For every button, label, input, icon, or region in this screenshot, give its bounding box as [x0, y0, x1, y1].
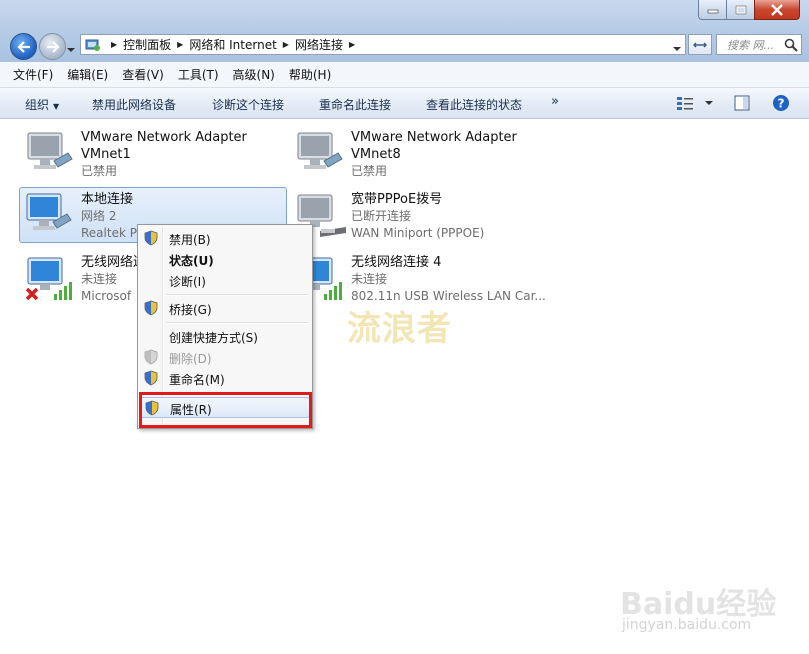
close-button[interactable] — [754, 0, 800, 20]
arrow-left-icon — [16, 40, 30, 53]
chevron-down-icon — [67, 48, 75, 52]
menu-advanced[interactable]: 高级(N) — [226, 66, 282, 83]
svg-text:?: ? — [778, 97, 785, 111]
connection-name: VMware Network Adapter — [81, 130, 247, 145]
menu-item-disable[interactable]: 禁用(B) — [140, 228, 310, 249]
breadcrumb-control-panel[interactable]: 控制面板 — [123, 36, 171, 53]
connection-status: 未连接 — [351, 272, 388, 286]
uac-shield-icon — [144, 349, 158, 365]
connection-name: 本地连接 — [81, 192, 134, 207]
command-bar: 组织 ▼ 禁用此网络设备 诊断这个连接 重命名此连接 查看此连接的状态 » ? — [0, 88, 809, 119]
breadcrumb-network-internet[interactable]: 网络和 Internet — [189, 36, 276, 53]
menu-help[interactable]: 帮助(H) — [282, 66, 338, 83]
uac-shield-icon — [144, 370, 158, 386]
menu-item-label: 重命名(M) — [169, 373, 225, 387]
maximize-button[interactable] — [726, 0, 755, 20]
minimize-icon — [707, 9, 718, 13]
connection-name: 宽带PPPoE拨号 — [351, 192, 443, 207]
breadcrumb-separator[interactable]: ▶ — [349, 40, 355, 49]
diagnose-connection-button[interactable]: 诊断这个连接 — [212, 96, 284, 113]
menu-item-label: 创建快捷方式(S) — [169, 331, 258, 345]
baidu-url: jingyan.baidu.com — [622, 617, 752, 633]
connection-adapter: 已禁用 — [351, 164, 388, 178]
disable-device-button[interactable]: 禁用此网络设备 — [92, 96, 176, 113]
close-icon — [771, 3, 783, 16]
breadcrumb-separator[interactable]: ▶ — [177, 40, 183, 49]
refresh-button[interactable] — [688, 34, 712, 55]
back-button[interactable] — [10, 33, 37, 60]
menu-tools[interactable]: 工具(T) — [171, 66, 226, 83]
organize-label: 组织 — [25, 98, 50, 112]
connection-vmnet1[interactable]: VMware Network Adapter VMnet1 已禁用 — [20, 123, 288, 179]
connection-vmnet8[interactable]: VMware Network Adapter VMnet8 已禁用 — [290, 123, 558, 179]
connection-name: VMware Network Adapter — [351, 130, 517, 145]
address-dropdown[interactable] — [673, 41, 681, 55]
menu-item-label: 诊断(I) — [169, 275, 206, 289]
help-button[interactable]: ? — [772, 92, 790, 114]
preview-pane-icon — [734, 95, 750, 111]
connection-adapter: WAN Miniport (PPPOE) — [351, 226, 485, 240]
connections-view: VMware Network Adapter VMnet1 已禁用 VMware… — [0, 119, 809, 654]
connection-pppoe[interactable]: 宽带PPPoE拨号 已断开连接 WAN Miniport (PPPOE) — [290, 185, 558, 241]
menu-file[interactable]: 文件(F) — [0, 66, 60, 83]
wireless-adapter-icon — [24, 256, 76, 302]
menu-item-bridge[interactable]: 桥接(G) — [140, 298, 310, 319]
menu-item-rename[interactable]: 重命名(M) — [140, 368, 310, 389]
view-options[interactable] — [676, 92, 714, 114]
chevron-down-icon: ▼ — [53, 102, 60, 111]
connection-status: 已断开连接 — [351, 209, 412, 223]
connection-name: 无线网络连接 4 — [351, 255, 442, 270]
menu-item-delete: 删除(D) — [140, 347, 310, 368]
menu-item-status[interactable]: 状态(U) — [140, 249, 310, 270]
uac-shield-icon — [144, 230, 158, 246]
more-commands-button[interactable]: » — [551, 94, 559, 109]
preview-pane-button[interactable] — [734, 92, 750, 114]
menu-divider — [166, 322, 308, 324]
control-panel-icon — [85, 38, 101, 52]
forward-button[interactable] — [39, 33, 66, 60]
menu-item-create-shortcut[interactable]: 创建快捷方式(S) — [140, 326, 310, 347]
chevron-down-icon — [705, 101, 713, 105]
recent-pages-dropdown[interactable] — [67, 42, 75, 56]
refresh-icon — [693, 42, 707, 47]
window-chrome: ▶ 控制面板 ▶ 网络和 Internet ▶ 网络连接 ▶ 搜索 网... — [0, 0, 809, 63]
rename-connection-button[interactable]: 重命名此连接 — [319, 96, 391, 113]
menu-view[interactable]: 查看(V) — [115, 66, 171, 83]
breadcrumb-network-connections[interactable]: 网络连接 — [295, 36, 343, 53]
organize-button[interactable]: 组织 ▼ — [25, 96, 59, 113]
connection-adapter: Realtek P — [81, 226, 137, 240]
menu-edit[interactable]: 编辑(E) — [60, 66, 115, 83]
uac-shield-icon — [144, 300, 158, 316]
address-bar[interactable]: ▶ 控制面板 ▶ 网络和 Internet ▶ 网络连接 ▶ — [80, 34, 686, 55]
search-box[interactable]: 搜索 网... — [716, 34, 802, 55]
maximize-icon — [735, 5, 746, 14]
connection-status: 网络 2 — [81, 209, 117, 223]
connection-status: VMnet1 — [81, 147, 131, 162]
menu-item-label: 删除(D) — [169, 352, 212, 366]
breadcrumb-separator[interactable]: ▶ — [283, 40, 289, 49]
network-adapter-icon — [23, 192, 75, 238]
connection-adapter: 已禁用 — [81, 164, 118, 178]
minimize-button[interactable] — [698, 0, 727, 20]
connection-status: VMnet8 — [351, 147, 401, 162]
view-list-icon — [677, 97, 693, 110]
network-adapter-icon — [294, 131, 346, 177]
watermark-text: 流浪者 — [347, 309, 452, 349]
network-adapter-icon — [24, 131, 76, 177]
arrow-right-icon — [46, 40, 60, 53]
breadcrumb-separator: ▶ — [111, 40, 118, 49]
menu-divider — [166, 294, 308, 296]
menu-item-label: 桥接(G) — [169, 303, 212, 317]
connection-wireless-4[interactable]: 无线网络连接 4 未连接 802.11n USB Wireless LAN Ca… — [290, 248, 558, 304]
search-input[interactable]: 搜索 网... — [717, 37, 784, 53]
menu-item-label: 状态(U) — [169, 254, 214, 268]
search-icon[interactable] — [784, 38, 798, 52]
annotation-highlight-box — [139, 392, 312, 428]
menu-bar: 文件(F) 编辑(E) 查看(V) 工具(T) 高级(N) 帮助(H) — [0, 62, 809, 88]
menu-item-diagnose[interactable]: 诊断(I) — [140, 270, 310, 291]
menu-item-label: 禁用(B) — [169, 233, 211, 247]
view-status-button[interactable]: 查看此连接的状态 — [426, 96, 522, 113]
chevron-down-icon — [673, 47, 681, 51]
help-icon: ? — [773, 95, 789, 111]
